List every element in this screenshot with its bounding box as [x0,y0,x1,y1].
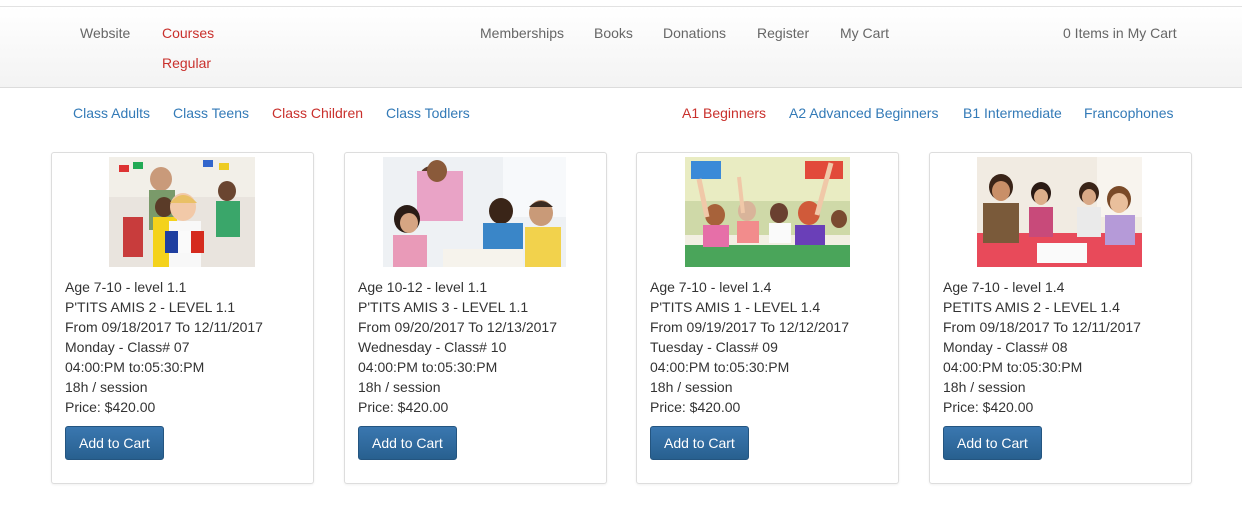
tab-a1-beginners[interactable]: A1 Beginners [682,104,766,122]
tab-class-children[interactable]: Class Children [272,104,363,122]
course-price: Price: $420.00 [358,399,449,415]
nav-courses[interactable]: Courses [162,24,214,42]
tab-a2-advanced-beginners[interactable]: A2 Advanced Beginners [789,104,938,122]
course-duration: 18h / session [943,379,1026,395]
course-card: Age 7-10 - level 1.4 P'TITS AMIS 1 - LEV… [636,152,899,484]
tab-b1-intermediate[interactable]: B1 Intermediate [963,104,1062,122]
course-details: Age 7-10 - level 1.1 P'TITS AMIS 2 - LEV… [65,277,263,417]
course-photo [383,157,566,267]
course-name: P'TITS AMIS 1 - LEVEL 1.4 [650,299,821,315]
course-age-level: Age 10-12 - level 1.1 [358,279,488,295]
course-details: Age 7-10 - level 1.4 PETITS AMIS 2 - LEV… [943,277,1141,417]
course-name: P'TITS AMIS 3 - LEVEL 1.1 [358,299,529,315]
course-price: Price: $420.00 [650,399,741,415]
course-details: Age 7-10 - level 1.4 P'TITS AMIS 1 - LEV… [650,277,849,417]
add-to-cart-button[interactable]: Add to Cart [943,426,1042,460]
cart-count-link[interactable]: 0 Items in My Cart [1063,24,1177,42]
course-price: Price: $420.00 [65,399,156,415]
course-photo [977,157,1142,267]
nav-register[interactable]: Register [757,24,809,42]
nav-my-cart[interactable]: My Cart [840,24,889,42]
tab-class-teens[interactable]: Class Teens [173,104,249,122]
nav-donations[interactable]: Donations [663,24,726,42]
course-photo [685,157,850,267]
course-card: Age 7-10 - level 1.1 P'TITS AMIS 2 - LEV… [51,152,314,484]
nav-memberships[interactable]: Memberships [480,24,564,42]
nav-books[interactable]: Books [594,24,633,42]
course-dates: From 09/20/2017 To 12/13/2017 [358,319,558,335]
course-day-class: Wednesday - Class# 10 [358,339,507,355]
course-dates: From 09/18/2017 To 12/11/2017 [943,319,1141,335]
course-time: 04:00:PM to:05:30:PM [65,359,205,375]
add-to-cart-button[interactable]: Add to Cart [358,426,457,460]
course-photo [109,157,255,267]
nav-website[interactable]: Website [80,24,130,42]
course-dates: From 09/19/2017 To 12/12/2017 [650,319,850,335]
course-day-class: Monday - Class# 07 [65,339,190,355]
top-navigation-bar: Website Courses Regular Memberships Book… [0,6,1242,88]
course-time: 04:00:PM to:05:30:PM [650,359,790,375]
course-card: Age 10-12 - level 1.1 P'TITS AMIS 3 - LE… [344,152,607,484]
course-duration: 18h / session [650,379,733,395]
course-card: Age 7-10 - level 1.4 PETITS AMIS 2 - LEV… [929,152,1192,484]
tab-class-todlers[interactable]: Class Todlers [386,104,470,122]
add-to-cart-button[interactable]: Add to Cart [65,426,164,460]
tab-class-adults[interactable]: Class Adults [73,104,150,122]
course-time: 04:00:PM to:05:30:PM [358,359,498,375]
course-details: Age 10-12 - level 1.1 P'TITS AMIS 3 - LE… [358,277,557,417]
course-day-class: Tuesday - Class# 09 [650,339,778,355]
course-age-level: Age 7-10 - level 1.1 [65,279,187,295]
tab-francophones[interactable]: Francophones [1084,104,1174,122]
course-day-class: Monday - Class# 08 [943,339,1068,355]
add-to-cart-button[interactable]: Add to Cart [650,426,749,460]
course-price: Price: $420.00 [943,399,1034,415]
course-time: 04:00:PM to:05:30:PM [943,359,1083,375]
course-name: PETITS AMIS 2 - LEVEL 1.4 [943,299,1120,315]
course-duration: 18h / session [65,379,148,395]
course-age-level: Age 7-10 - level 1.4 [650,279,772,295]
course-dates: From 09/18/2017 To 12/11/2017 [65,319,263,335]
nav-regular[interactable]: Regular [162,54,211,72]
course-name: P'TITS AMIS 2 - LEVEL 1.1 [65,299,236,315]
course-duration: 18h / session [358,379,441,395]
course-age-level: Age 7-10 - level 1.4 [943,279,1065,295]
